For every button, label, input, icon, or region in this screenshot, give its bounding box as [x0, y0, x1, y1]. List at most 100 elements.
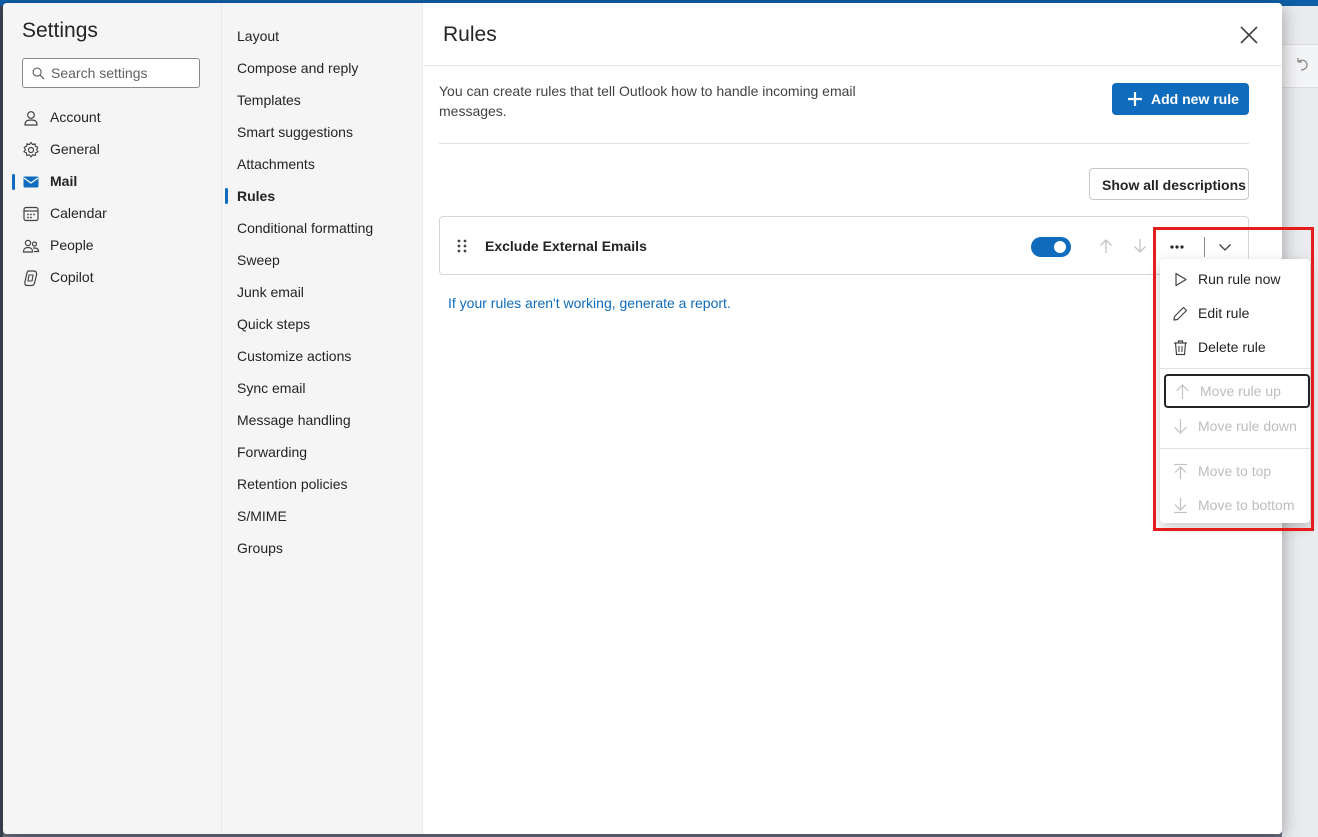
selection-indicator — [12, 174, 15, 190]
menu-item-move-to-top[interactable]: Move to top — [1160, 454, 1310, 488]
subsection-label: Forwarding — [237, 444, 308, 460]
menu-divider — [1160, 368, 1310, 369]
rules-description: You can create rules that tell Outlook h… — [439, 83, 856, 119]
copilot-icon — [24, 270, 38, 287]
category-label: Calendar — [50, 205, 107, 221]
show-all-descriptions-button[interactable]: Show all descriptions — [1089, 168, 1249, 200]
subsection-sweep[interactable]: Sweep — [222, 246, 423, 274]
menu-item-run-rule-now[interactable]: Run rule now — [1160, 262, 1310, 296]
mail-icon — [23, 176, 39, 188]
rule-options-menu: Run rule now Edit rule Delete rule Move … — [1160, 259, 1310, 523]
subsection-label: Conditional formatting — [237, 220, 374, 236]
subsection-label: Sweep — [237, 252, 280, 268]
rule-enabled-toggle[interactable] — [1031, 237, 1071, 257]
subsection-forwarding[interactable]: Forwarding — [222, 438, 423, 466]
subsection-label: Customize actions — [237, 348, 352, 364]
subsection-label: Compose and reply — [237, 60, 359, 76]
arrow-up-icon[interactable] — [1098, 238, 1114, 254]
category-mail[interactable]: Mail — [3, 167, 221, 197]
menu-item-move-rule-up[interactable]: Move rule up — [1164, 374, 1310, 408]
generate-report-link[interactable]: If your rules aren't working, generate a… — [448, 295, 731, 311]
person-icon — [24, 111, 38, 126]
category-label: People — [50, 237, 94, 253]
close-icon[interactable] — [1238, 24, 1260, 46]
subsection-attachments[interactable]: Attachments — [222, 150, 423, 178]
rule-name: Exclude External Emails — [485, 238, 647, 254]
subsection-label: Rules — [237, 188, 276, 204]
header-divider — [423, 65, 1282, 66]
menu-item-label: Move to top — [1198, 463, 1272, 479]
subsection-customize-actions[interactable]: Customize actions — [222, 342, 423, 370]
subsection-message-handling[interactable]: Message handling — [222, 406, 423, 434]
calendar-icon — [23, 206, 39, 222]
category-label: General — [50, 141, 100, 157]
search-icon — [32, 67, 45, 80]
category-copilot[interactable]: Copilot — [3, 263, 221, 293]
category-label: Copilot — [50, 269, 94, 285]
arrow-down-icon — [1174, 419, 1187, 434]
category-calendar[interactable]: Calendar — [3, 199, 221, 229]
page-title: Rules — [443, 23, 497, 46]
subsection-label: Sync email — [237, 380, 306, 396]
toggle-knob — [1054, 241, 1066, 253]
settings-dialog: Settings Account General Mail Calendar P… — [3, 3, 1282, 834]
subsection-label: Retention policies — [237, 476, 348, 492]
subsection-layout[interactable]: Layout — [222, 22, 423, 50]
play-icon — [1175, 272, 1187, 287]
arrow-to-top-icon — [1174, 463, 1187, 479]
category-general[interactable]: General — [3, 135, 221, 165]
menu-item-move-rule-down[interactable]: Move rule down — [1160, 409, 1310, 443]
mail-subsection-nav: Layout Compose and reply Templates Smart… — [221, 3, 423, 834]
add-new-rule-label: Add new rule — [1151, 91, 1239, 107]
trash-icon — [1174, 340, 1187, 356]
category-people[interactable]: People — [3, 231, 221, 261]
subsection-label: Message handling — [237, 412, 351, 428]
more-icon — [1170, 245, 1184, 249]
subsection-label: Layout — [237, 28, 280, 44]
subsection-rules[interactable]: Rules — [222, 182, 423, 210]
people-icon — [22, 239, 40, 253]
add-new-rule-button[interactable]: Add new rule — [1112, 83, 1249, 115]
rules-panel: Rules You can create rules that tell Out… — [422, 3, 1282, 834]
selection-indicator — [225, 188, 228, 204]
gear-icon — [23, 141, 39, 158]
menu-item-label: Edit rule — [1198, 305, 1250, 321]
pencil-icon — [1173, 306, 1188, 321]
subsection-quick-steps[interactable]: Quick steps — [222, 310, 423, 338]
plus-icon — [1128, 92, 1142, 106]
subsection-compose-and-reply[interactable]: Compose and reply — [222, 54, 423, 82]
subsection-label: Templates — [237, 92, 301, 108]
category-label: Mail — [50, 173, 78, 189]
menu-item-label: Run rule now — [1198, 271, 1281, 287]
settings-category-nav: Settings Account General Mail Calendar P… — [3, 3, 221, 834]
search-box[interactable] — [22, 58, 200, 88]
subsection-smart-suggestions[interactable]: Smart suggestions — [222, 118, 423, 146]
subsection-label: Smart suggestions — [237, 124, 353, 140]
search-input[interactable] — [51, 59, 196, 87]
subsection-label: Groups — [237, 540, 283, 556]
menu-item-label: Move rule down — [1198, 418, 1297, 434]
settings-title: Settings — [22, 19, 98, 42]
arrow-to-bottom-icon — [1174, 498, 1187, 514]
subsection-conditional-formatting[interactable]: Conditional formatting — [222, 214, 423, 242]
subsection-smime[interactable]: S/MIME — [222, 502, 423, 530]
menu-item-label: Delete rule — [1198, 339, 1266, 355]
subsection-junk-email[interactable]: Junk email — [222, 278, 423, 306]
chevron-down-icon[interactable] — [1218, 240, 1232, 254]
drag-handle-icon[interactable] — [456, 238, 468, 254]
subsection-retention-policies[interactable]: Retention policies — [222, 470, 423, 498]
subsection-templates[interactable]: Templates — [222, 86, 423, 114]
more-options-button[interactable] — [1162, 235, 1192, 259]
menu-item-move-to-bottom[interactable]: Move to bottom — [1160, 488, 1310, 522]
subsection-label: Junk email — [237, 284, 304, 300]
menu-item-label: Move rule up — [1200, 383, 1281, 399]
subsection-label: S/MIME — [237, 508, 287, 524]
subsection-groups[interactable]: Groups — [222, 534, 423, 562]
category-account[interactable]: Account — [3, 103, 221, 133]
rule-row[interactable]: Exclude External Emails — [439, 216, 1249, 275]
menu-item-label: Move to bottom — [1198, 497, 1295, 513]
menu-item-edit-rule[interactable]: Edit rule — [1160, 296, 1310, 330]
menu-item-delete-rule[interactable]: Delete rule — [1160, 330, 1310, 364]
arrow-down-icon[interactable] — [1132, 238, 1148, 254]
subsection-sync-email[interactable]: Sync email — [222, 374, 423, 402]
